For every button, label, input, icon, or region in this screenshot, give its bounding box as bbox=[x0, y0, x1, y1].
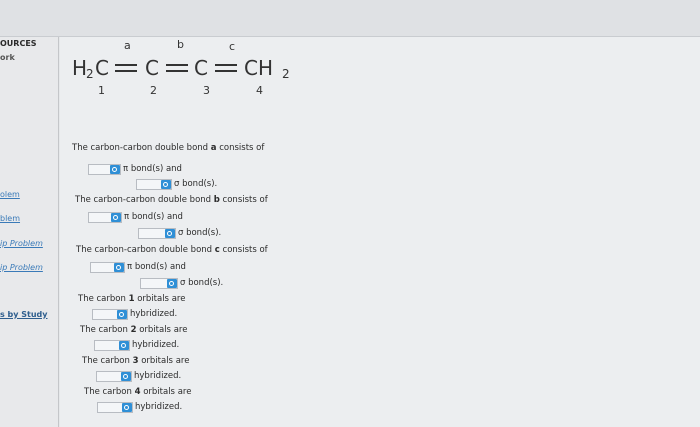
atom-number-1: 1 bbox=[98, 84, 105, 97]
pi-bond-label-a: π bond(s) and bbox=[123, 164, 182, 174]
question-carbon-2: The carbon 2 orbitals are bbox=[80, 325, 188, 335]
double-bond-b-line1 bbox=[166, 64, 188, 66]
pi-bond-label-b: π bond(s) and bbox=[124, 212, 183, 222]
question-bond-b: The carbon-carbon double bond b consists… bbox=[75, 195, 268, 205]
double-bond-a-line1 bbox=[115, 64, 137, 66]
top-bar bbox=[0, 0, 700, 37]
dropdown-arrow-icon bbox=[110, 165, 120, 174]
bond-label-c: c bbox=[229, 40, 236, 53]
dropdown-arrow-icon bbox=[111, 213, 121, 222]
atom-c1: C bbox=[95, 56, 109, 80]
atom-number-3: 3 bbox=[203, 84, 210, 97]
sidebar-link-problem-3[interactable]: ip Problem bbox=[0, 239, 43, 248]
pi-bond-label-c: π bond(s) and bbox=[127, 262, 186, 272]
hybridization-dropdown-carbon-4[interactable] bbox=[97, 402, 133, 413]
atom-h: H bbox=[72, 56, 88, 80]
sidebar-link-problem-4[interactable]: ip Problem bbox=[0, 263, 43, 272]
sidebar-link-problem-2[interactable]: blem bbox=[0, 214, 20, 223]
sigma-bond-label-a: σ bond(s). bbox=[174, 179, 218, 189]
hybridized-label-4: hybridized. bbox=[135, 402, 183, 412]
dropdown-arrow-icon bbox=[165, 229, 175, 238]
dropdown-arrow-icon bbox=[121, 372, 131, 381]
dropdown-arrow-icon bbox=[167, 279, 177, 288]
atom-c3: C bbox=[194, 56, 208, 80]
hybridized-label-3: hybridized. bbox=[134, 371, 182, 381]
dropdown-arrow-icon bbox=[117, 310, 127, 319]
question-bond-c: The carbon-carbon double bond c consists… bbox=[76, 245, 268, 255]
atom-h-subscript: 2 bbox=[86, 67, 94, 81]
hybridization-dropdown-carbon-3[interactable] bbox=[96, 371, 132, 382]
question-bond-a: The carbon-carbon double bond a consists… bbox=[72, 143, 265, 153]
dropdown-arrow-icon bbox=[119, 341, 129, 350]
double-bond-c-line2 bbox=[215, 70, 237, 72]
sidebar-link-study[interactable]: s by Study bbox=[0, 310, 48, 319]
bond-label-b: b bbox=[177, 38, 184, 51]
double-bond-b-line2 bbox=[166, 70, 188, 72]
hybridization-dropdown-carbon-1[interactable] bbox=[92, 309, 128, 320]
atom-c2: C bbox=[145, 56, 159, 80]
sigma-bond-dropdown-b[interactable] bbox=[138, 228, 176, 239]
question-carbon-1: The carbon 1 orbitals are bbox=[78, 294, 186, 304]
atom-ch-subscript: 2 bbox=[282, 67, 290, 81]
dropdown-arrow-icon bbox=[122, 403, 132, 412]
sidebar: OURCES ork olem blem ip Problem ip Probl… bbox=[0, 37, 59, 427]
sidebar-heading-resources: OURCES bbox=[0, 39, 37, 48]
atom-number-2: 2 bbox=[150, 84, 157, 97]
pi-bond-dropdown-a[interactable] bbox=[88, 164, 121, 175]
sigma-bond-dropdown-c[interactable] bbox=[140, 278, 178, 289]
hybridized-label-2: hybridized. bbox=[132, 340, 180, 350]
sigma-bond-dropdown-a[interactable] bbox=[136, 179, 172, 190]
dropdown-arrow-icon bbox=[161, 180, 171, 189]
double-bond-a-line2 bbox=[115, 70, 137, 72]
hybridization-dropdown-carbon-2[interactable] bbox=[94, 340, 130, 351]
question-carbon-4: The carbon 4 orbitals are bbox=[84, 387, 192, 397]
dropdown-arrow-icon bbox=[114, 263, 124, 272]
question-carbon-3: The carbon 3 orbitals are bbox=[82, 356, 190, 366]
sidebar-link-problem-1[interactable]: olem bbox=[0, 190, 20, 199]
sigma-bond-label-c: σ bond(s). bbox=[180, 278, 224, 288]
double-bond-c-line1 bbox=[215, 64, 237, 66]
sigma-bond-label-b: σ bond(s). bbox=[178, 228, 222, 238]
pi-bond-dropdown-b[interactable] bbox=[88, 212, 122, 223]
bond-label-a: a bbox=[124, 39, 131, 52]
pi-bond-dropdown-c[interactable] bbox=[90, 262, 125, 273]
sidebar-heading-work[interactable]: ork bbox=[0, 53, 15, 62]
hybridized-label-1: hybridized. bbox=[130, 309, 178, 319]
atom-ch: CH bbox=[244, 56, 274, 80]
atom-number-4: 4 bbox=[256, 84, 263, 97]
